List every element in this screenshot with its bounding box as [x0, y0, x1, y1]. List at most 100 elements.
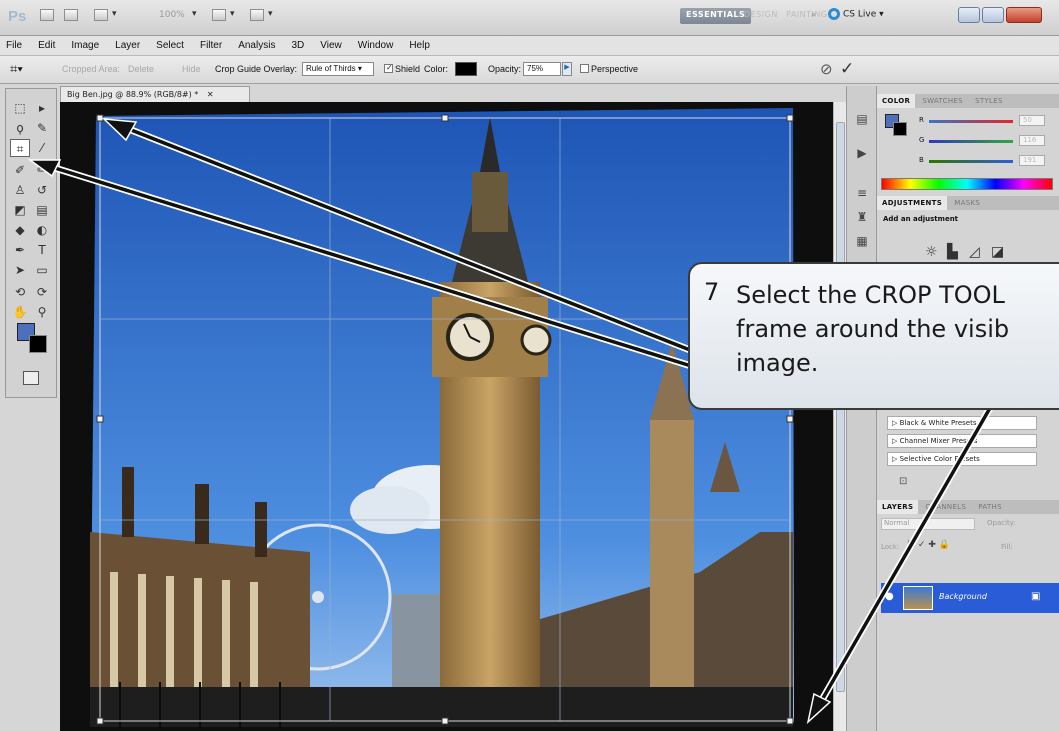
healing-brush-tool-icon[interactable]: ✐: [10, 161, 30, 179]
eraser-tool-icon[interactable]: ◩: [10, 201, 30, 219]
rectangle-tool-icon[interactable]: ▭: [32, 261, 52, 279]
layer-row-background[interactable]: ● Background ▣: [881, 583, 1059, 613]
pen-tool-icon[interactable]: ✒: [10, 241, 30, 259]
menu-3d[interactable]: 3D: [291, 40, 304, 51]
quick-mask-icon[interactable]: [23, 371, 39, 385]
marquee-tool-icon[interactable]: ⬚: [10, 99, 30, 117]
adjustment-return-icon[interactable]: ⊡: [899, 476, 907, 487]
chevron-down-icon[interactable]: ▾: [112, 9, 117, 19]
curves-icon[interactable]: ◿: [969, 244, 980, 260]
preset-black-white[interactable]: ▷ Black & White Presets: [887, 416, 1037, 430]
delete-radio[interactable]: Delete: [128, 64, 154, 74]
preset-selective-color[interactable]: ▷ Selective Color Presets: [887, 452, 1037, 466]
canvas-vertical-scrollbar[interactable]: [833, 102, 846, 731]
tab-channels[interactable]: CHANNELS: [921, 500, 972, 514]
perspective-checkbox[interactable]: Perspective: [580, 64, 638, 74]
character-panel-icon[interactable]: ▦: [853, 234, 871, 250]
eyedropper-tool-icon[interactable]: ⁄: [32, 139, 52, 157]
color-panel-background[interactable]: [893, 122, 907, 136]
close-tab-icon[interactable]: ✕: [207, 90, 214, 99]
shield-checkbox[interactable]: Shield: [384, 64, 420, 74]
hide-radio[interactable]: Hide: [182, 64, 201, 74]
tab-swatches[interactable]: SWATCHES: [917, 94, 968, 108]
minimize-button[interactable]: [958, 7, 980, 23]
blur-tool-icon[interactable]: ◆: [10, 221, 30, 239]
blue-value[interactable]: 191: [1019, 155, 1045, 166]
menu-file[interactable]: File: [6, 40, 22, 51]
tab-styles[interactable]: STYLES: [970, 94, 1008, 108]
brush-tool-icon[interactable]: ✏: [32, 161, 52, 179]
quick-selection-tool-icon[interactable]: ✎: [32, 119, 52, 137]
3d-orbit-tool-icon[interactable]: ⟳: [32, 283, 52, 301]
document-canvas[interactable]: [60, 102, 846, 731]
blue-slider[interactable]: [929, 160, 1013, 163]
tab-masks[interactable]: MASKS: [949, 196, 985, 210]
path-selection-tool-icon[interactable]: ➤: [10, 261, 30, 279]
cancel-crop-icon[interactable]: ⊘: [820, 60, 833, 78]
workspace-design-button[interactable]: DESIGN: [738, 8, 784, 24]
menu-layer[interactable]: Layer: [115, 40, 140, 51]
menu-edit[interactable]: Edit: [38, 40, 55, 51]
brush-panel-icon[interactable]: ≡: [853, 186, 871, 202]
color-spectrum-bar[interactable]: [881, 178, 1053, 190]
arrange-documents-icon[interactable]: [212, 9, 226, 21]
eye-icon[interactable]: ●: [885, 591, 894, 602]
tab-paths[interactable]: PATHS: [973, 500, 1007, 514]
clone-source-panel-icon[interactable]: ♜: [853, 210, 871, 226]
crop-tool-icon[interactable]: ⌗: [10, 139, 30, 157]
tab-color[interactable]: COLOR: [877, 94, 916, 108]
green-slider[interactable]: [929, 140, 1013, 143]
opacity-slider-toggle[interactable]: ▶: [562, 62, 572, 76]
opacity-input[interactable]: 75%: [523, 62, 561, 76]
view-extras-icon[interactable]: [94, 9, 108, 21]
chevron-down-icon[interactable]: ▾: [192, 9, 197, 19]
maximize-button[interactable]: [982, 7, 1004, 23]
layer-name: Background: [939, 592, 987, 601]
actions-panel-icon[interactable]: ▶: [853, 146, 871, 162]
crop-tool-preset-icon[interactable]: ⌗▾: [10, 61, 23, 77]
chevron-down-icon[interactable]: ▾: [268, 9, 273, 19]
menu-help[interactable]: Help: [409, 40, 430, 51]
workspace-more-button[interactable]: »: [805, 8, 822, 24]
levels-icon[interactable]: ▙: [947, 244, 958, 260]
3d-rotate-tool-icon[interactable]: ⟲: [10, 283, 30, 301]
add-adjustment-label: Add an adjustment: [883, 215, 959, 223]
brightness-contrast-icon[interactable]: ☼: [925, 244, 938, 260]
shield-color-swatch[interactable]: [455, 62, 477, 76]
chevron-down-icon[interactable]: ▾: [230, 9, 235, 19]
background-color-swatch[interactable]: [29, 335, 47, 353]
tab-adjustments[interactable]: ADJUSTMENTS: [877, 196, 948, 210]
hand-tool-icon[interactable]: ✋: [10, 303, 30, 321]
green-value[interactable]: 116: [1019, 135, 1045, 146]
red-value[interactable]: 50: [1019, 115, 1045, 126]
menu-image[interactable]: Image: [71, 40, 99, 51]
clone-stamp-tool-icon[interactable]: ♙: [10, 181, 30, 199]
commit-crop-icon[interactable]: ✓: [840, 59, 854, 79]
preset-channel-mixer[interactable]: ▷ Channel Mixer Presets: [887, 434, 1037, 448]
crop-guide-overlay-select[interactable]: Rule of Thirds ▾: [302, 62, 374, 76]
menu-analysis[interactable]: Analysis: [238, 40, 275, 51]
menu-window[interactable]: Window: [358, 40, 394, 51]
tab-layers[interactable]: LAYERS: [877, 500, 919, 514]
menu-view[interactable]: View: [320, 40, 342, 51]
lock-icons[interactable]: ☐ ✓ ✚ 🔒: [907, 540, 950, 550]
launch-bridge-icon[interactable]: [40, 9, 54, 21]
menu-filter[interactable]: Filter: [200, 40, 222, 51]
dodge-tool-icon[interactable]: ◐: [32, 221, 52, 239]
close-button[interactable]: [1006, 7, 1042, 23]
screen-mode-icon[interactable]: [250, 9, 264, 21]
menu-select[interactable]: Select: [156, 40, 184, 51]
mini-bridge-icon[interactable]: [64, 9, 78, 21]
type-tool-icon[interactable]: T: [32, 241, 52, 259]
red-slider[interactable]: [929, 120, 1013, 123]
cs-live-button[interactable]: CS Live ▾: [828, 8, 884, 20]
exposure-icon[interactable]: ◪: [991, 244, 1004, 260]
history-brush-tool-icon[interactable]: ↺: [32, 181, 52, 199]
history-panel-icon[interactable]: ▤: [853, 112, 871, 128]
gradient-tool-icon[interactable]: ▤: [32, 201, 52, 219]
document-tab[interactable]: Big Ben.jpg @ 88.9% (RGB/8#) * ✕: [60, 86, 250, 102]
move-tool-icon[interactable]: ▸: [32, 99, 52, 117]
lasso-tool-icon[interactable]: ϙ: [10, 119, 30, 137]
zoom-tool-icon[interactable]: ⚲: [32, 303, 52, 321]
blend-mode-select[interactable]: Normal: [881, 518, 975, 530]
